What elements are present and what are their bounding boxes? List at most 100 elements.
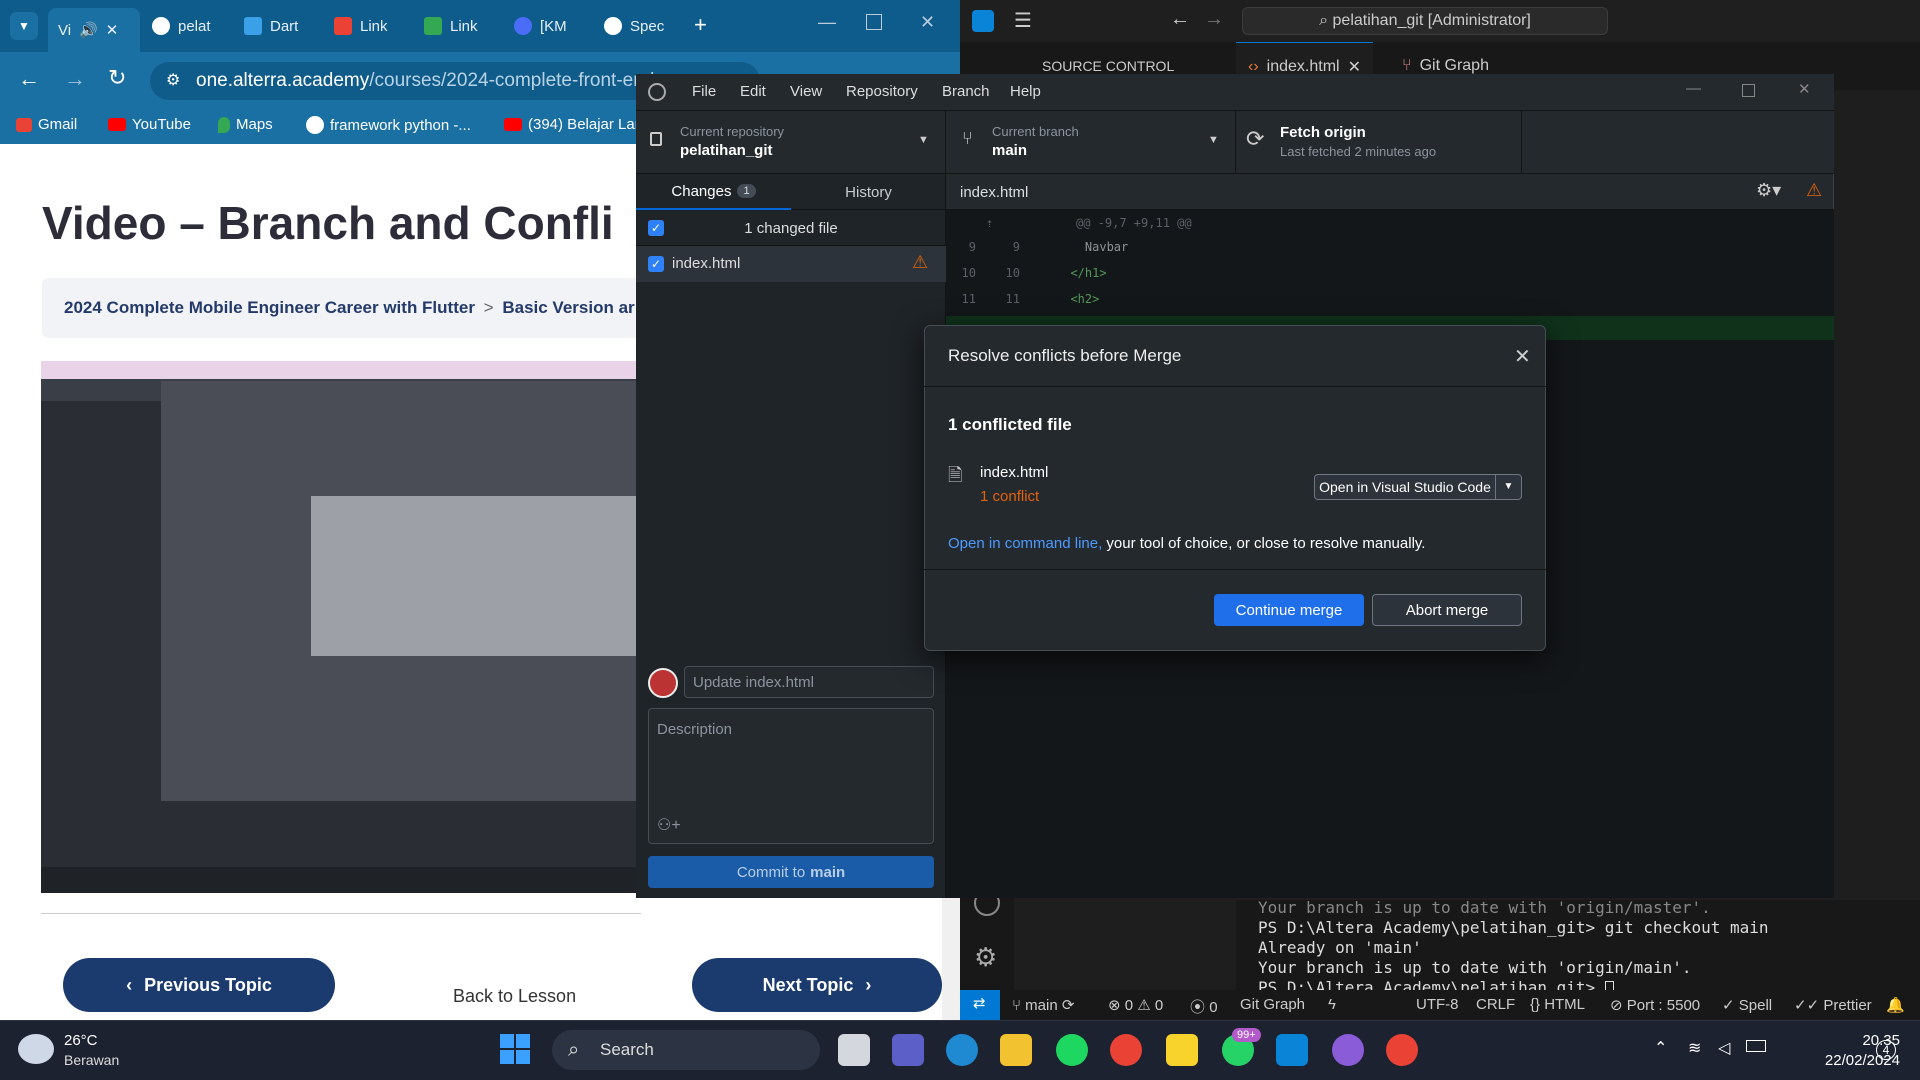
reload-icon[interactable]: ↻ <box>108 65 126 91</box>
status-prettier[interactable]: ✓✓ Prettier <box>1794 996 1872 1014</box>
menu-branch[interactable]: Branch <box>942 83 990 100</box>
file-checkbox[interactable]: ✓ <box>648 256 664 272</box>
start-windows-icon[interactable] <box>500 1034 530 1064</box>
menu-repository[interactable]: Repository <box>846 83 918 100</box>
minimize-icon[interactable]: — <box>1686 80 1701 97</box>
lightning-icon[interactable]: ϟ <box>1328 996 1336 1013</box>
bell-icon[interactable]: 🔔 <box>1886 996 1905 1014</box>
edge-icon[interactable] <box>946 1034 978 1066</box>
breadcrumb-course[interactable]: 2024 Complete Mobile Engineer Career wit… <box>64 298 475 317</box>
menu-help[interactable]: Help <box>1010 83 1041 100</box>
command-center-search[interactable]: ⌕ pelatihan_git [Administrator] <box>1242 7 1608 35</box>
bookmark-framework[interactable]: framework python -... <box>306 116 471 134</box>
continue-merge-button[interactable]: Continue merge <box>1214 594 1364 626</box>
speaker-icon[interactable]: 🔊 <box>79 21 98 39</box>
sticky-notes-icon[interactable] <box>1166 1034 1198 1066</box>
chrome-tab-github[interactable]: pelat <box>142 8 226 44</box>
battery-icon[interactable] <box>1746 1040 1766 1052</box>
meet-icon[interactable] <box>892 1034 924 1066</box>
tab-changes[interactable]: Changes 1 <box>636 174 791 210</box>
site-info-icon[interactable]: ⚙ <box>166 62 180 100</box>
bookmark-maps[interactable]: Maps <box>218 116 273 133</box>
settings-gear-icon[interactable]: ⚙▾ <box>1756 180 1781 201</box>
check-icon: ✓ <box>1722 997 1739 1014</box>
chevron-down-icon[interactable]: ▼ <box>1495 475 1521 499</box>
bookmark-belajar[interactable]: (394) Belajar Lar <box>504 116 640 133</box>
status-branch[interactable]: ⑂ main ⟳ <box>1012 996 1074 1014</box>
add-coauthor-icon[interactable]: ⚇+ <box>657 815 681 835</box>
close-icon[interactable]: ✕ <box>1514 344 1531 369</box>
open-command-line-link[interactable]: Open in command line, <box>948 535 1102 552</box>
maximize-icon[interactable] <box>1742 84 1755 97</box>
status-git-graph[interactable]: Git Graph <box>1240 996 1305 1013</box>
wifi-icon[interactable]: ≋ <box>1688 1038 1701 1058</box>
close-icon[interactable]: ✕ <box>1798 80 1811 98</box>
bookmark-youtube[interactable]: YouTube <box>108 116 191 133</box>
menu-view[interactable]: View <box>790 83 822 100</box>
video-player[interactable] <box>41 361 641 893</box>
chrome-tab-gmail[interactable]: Link <box>324 8 404 44</box>
status-problems[interactable]: ⊗ 0 ⚠ 0 <box>1108 996 1163 1014</box>
tab-search-button[interactable]: ▼ <box>10 12 38 40</box>
taskbar-search[interactable]: ⌕ Search <box>552 1030 820 1070</box>
back-arrow-icon[interactable]: ← <box>18 66 40 92</box>
spotify-icon[interactable] <box>1056 1034 1088 1066</box>
video-frame-tabs <box>41 361 641 379</box>
forward-arrow-icon[interactable]: → <box>64 66 86 92</box>
status-language[interactable]: {} HTML <box>1530 996 1585 1013</box>
file-explorer-icon[interactable] <box>1000 1034 1032 1066</box>
open-in-vscode-button[interactable]: Open in Visual Studio Code ▼ <box>1314 474 1522 500</box>
status-live-server[interactable]: ⊘ Port : 5500 <box>1610 996 1700 1014</box>
commit-summary-input[interactable]: Update index.html <box>684 666 934 698</box>
remote-indicator-button[interactable]: ⇄ <box>960 990 1000 1020</box>
git-graph-icon: ⑂ <box>1402 57 1412 74</box>
breadcrumb-topic[interactable]: Basic Version ar <box>502 298 634 317</box>
chrome-tab-dart[interactable]: Dart <box>234 8 314 44</box>
status-encoding[interactable]: UTF-8 <box>1416 996 1459 1013</box>
chevron-up-icon[interactable]: ⌃ <box>1654 1038 1667 1058</box>
menu-edit[interactable]: Edit <box>740 83 766 100</box>
changed-file-row[interactable]: ✓ index.html ⚠ <box>636 246 946 282</box>
current-repository-button[interactable]: Current repository pelatihan_git ▼ <box>636 110 946 174</box>
github-logo-icon <box>648 83 666 101</box>
weather-cloud-icon[interactable] <box>18 1034 54 1064</box>
terminal-panel[interactable]: Your branch is up to date with 'origin/m… <box>1236 898 1920 997</box>
notification-count[interactable]: 4 <box>1876 1040 1896 1060</box>
close-window-icon[interactable]: ✕ <box>920 12 935 33</box>
tab-history[interactable]: History <box>791 174 946 210</box>
menu-icon[interactable]: ☰ <box>1014 8 1032 33</box>
task-view-icon[interactable] <box>838 1034 870 1066</box>
vscode-icon[interactable] <box>1276 1034 1308 1066</box>
status-ports[interactable]: ⦿ 0 <box>1190 996 1218 1017</box>
chrome-tab-sheets[interactable]: Link <box>414 8 494 44</box>
commit-description-input[interactable]: Description ⚇+ <box>648 708 934 844</box>
status-spell[interactable]: ✓ Spell <box>1722 996 1772 1014</box>
fetch-origin-button[interactable]: ⟳ Fetch origin Last fetched 2 minutes ag… <box>1236 110 1522 174</box>
nav-back-icon[interactable]: ← <box>1170 8 1190 31</box>
chrome-icon[interactable] <box>1110 1034 1142 1066</box>
chrome-tab-spec[interactable]: Spec <box>594 8 674 44</box>
sync-icon[interactable]: ⟳ <box>1062 997 1075 1014</box>
weather-description[interactable]: Berawan <box>64 1052 119 1068</box>
abort-merge-button[interactable]: Abort merge <box>1372 594 1522 626</box>
commit-button[interactable]: Commit to main <box>648 856 934 888</box>
weather-temperature[interactable]: 26°C <box>64 1032 98 1049</box>
chrome-tab-active[interactable]: Vi 🔊 ✕ <box>48 8 140 52</box>
back-to-lesson-link[interactable]: Back to Lesson <box>453 986 576 1007</box>
bookmark-gmail[interactable]: Gmail <box>16 116 77 133</box>
next-topic-button[interactable]: Next Topic › <box>692 958 942 1012</box>
github-desktop-icon[interactable] <box>1332 1034 1364 1066</box>
close-icon[interactable]: ✕ <box>106 21 119 39</box>
gear-icon[interactable]: ⚙ <box>974 942 997 973</box>
previous-topic-button[interactable]: ‹ Previous Topic <box>63 958 335 1012</box>
new-tab-icon[interactable]: + <box>694 12 707 38</box>
current-branch-button[interactable]: ⑂ Current branch main ▼ <box>946 110 1236 174</box>
menu-file[interactable]: File <box>692 83 716 100</box>
chrome-tab-zoom[interactable]: [KM <box>504 8 584 44</box>
chrome-profile-icon[interactable] <box>1386 1034 1418 1066</box>
maximize-icon[interactable] <box>866 14 882 30</box>
minimize-icon[interactable]: — <box>818 12 836 33</box>
volume-icon[interactable]: ◁ <box>1718 1038 1730 1058</box>
nav-forward-icon[interactable]: → <box>1204 8 1224 31</box>
status-eol[interactable]: CRLF <box>1476 996 1515 1013</box>
